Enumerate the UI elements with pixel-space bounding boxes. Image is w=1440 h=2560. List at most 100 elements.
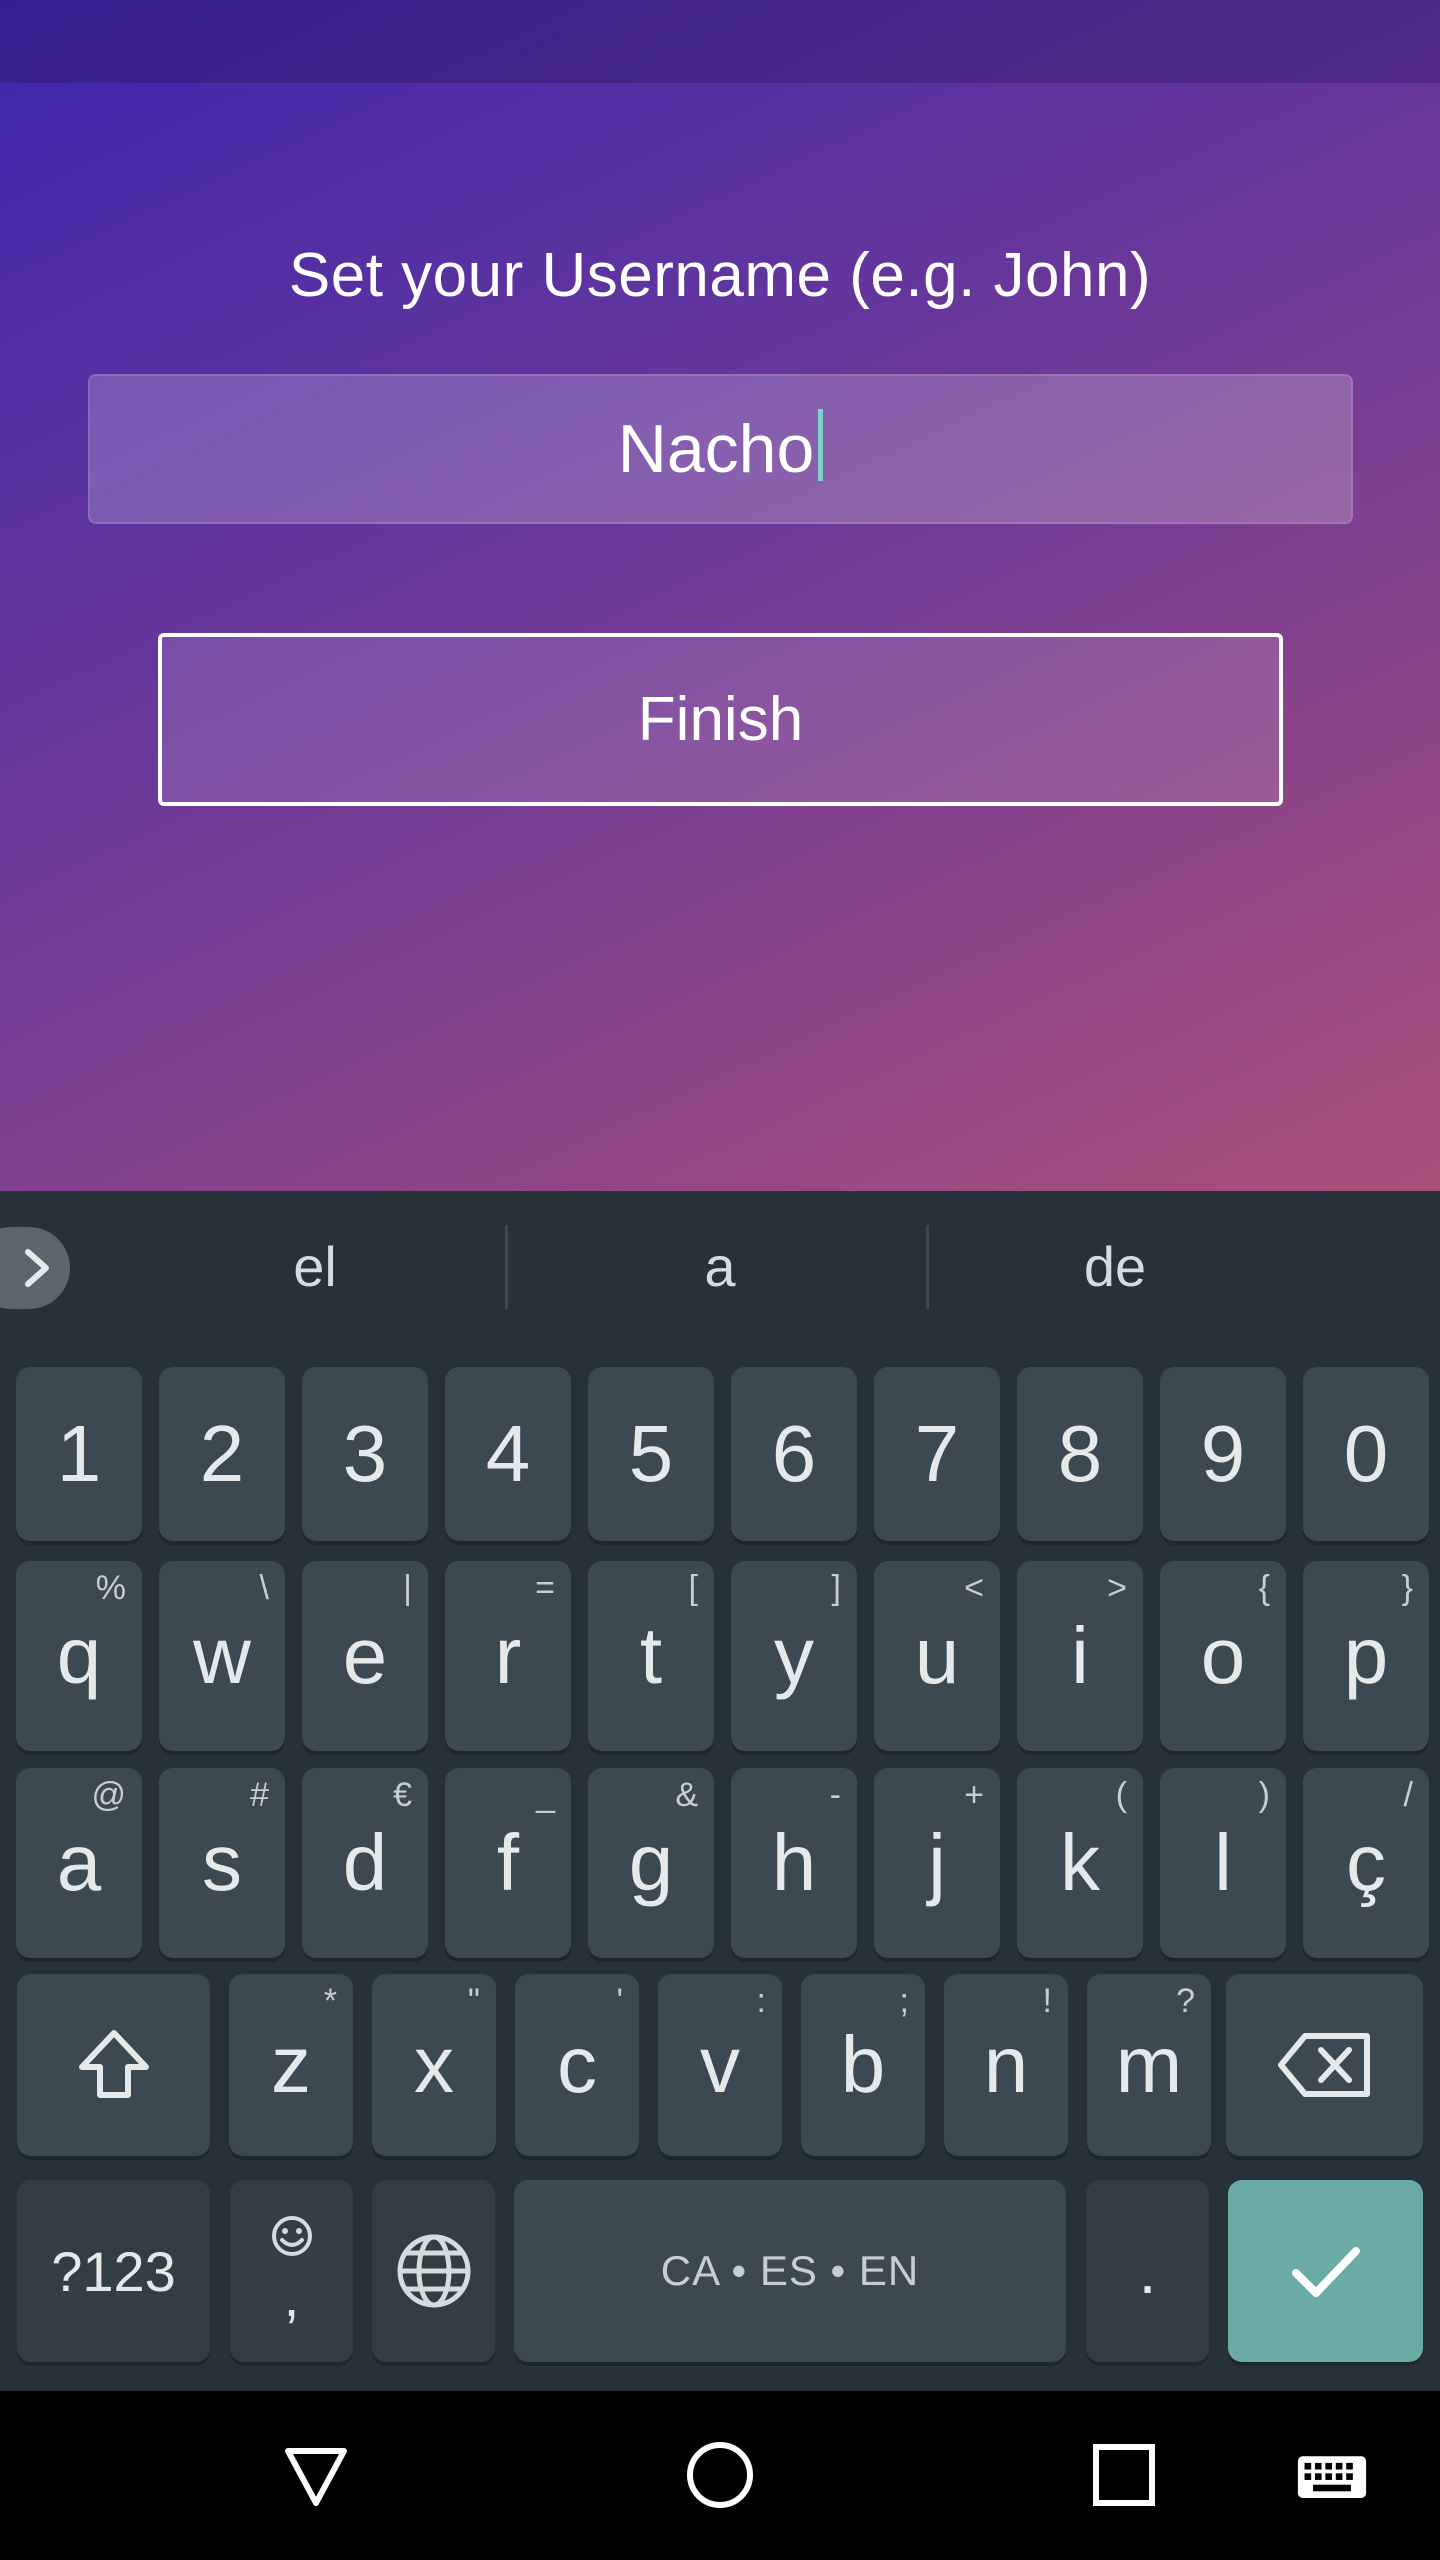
key-z[interactable]: z * [229,1974,353,2156]
key-g-label: g [628,1818,674,1907]
period-key[interactable]: . [1086,2180,1209,2362]
symbols-key[interactable]: ?123 [17,2180,210,2362]
key-1[interactable]: 1 [16,1367,142,1541]
key-9[interactable]: 9 [1160,1367,1286,1541]
key-m[interactable]: m? [1087,1974,1211,2156]
key-2-label: 2 [199,1409,245,1498]
key-5[interactable]: 5 [588,1367,714,1541]
key-j[interactable]: j + [874,1768,1000,1958]
key-0-label: 0 [1343,1409,1389,1498]
key-e[interactable]: e | [302,1561,428,1751]
home-circle-icon[interactable] [684,2439,756,2511]
key-n-label: n [983,2020,1029,2109]
key-ç-hint: / [1403,1776,1413,1814]
key-u-hint: < [964,1569,984,1607]
chevron-right-icon [25,1249,49,1287]
key-p-hint: } [1401,1569,1413,1607]
key-h[interactable]: h- [731,1768,857,1958]
emoji-icon [271,2215,312,2256]
key-m-label: m [1115,2020,1183,2109]
key-e-label: e [342,1611,388,1700]
key-4-label: 4 [485,1409,531,1498]
key-q-hint: % [95,1569,126,1607]
key-b-label: b [840,2020,886,2109]
shift-key[interactable] [17,1974,210,2156]
key-t-hint: [ [688,1569,698,1607]
key-n[interactable]: n! [944,1974,1068,2156]
key-i-label: i [1071,1611,1089,1700]
key-0[interactable]: 0 [1303,1367,1429,1541]
back-triangle-icon[interactable] [280,2439,352,2511]
key-6[interactable]: 6 [731,1367,857,1541]
language-key[interactable] [372,2180,495,2362]
finish-button[interactable]: Finish [158,633,1283,806]
key-d[interactable]: d € [302,1768,428,1958]
key-w-label: w [193,1611,251,1700]
key-l[interactable]: l) [1160,1768,1286,1958]
key-f[interactable]: f _ [445,1768,571,1958]
key-b[interactable]: b; [801,1974,925,2156]
key-y[interactable]: y] [731,1561,857,1751]
globe-icon [397,2234,470,2308]
key-c-hint: ' [616,1982,624,2020]
suggestion-divider [505,1225,508,1309]
recents-square-icon[interactable] [1088,2439,1160,2511]
key-r-label: r [494,1611,522,1700]
key-m-hint: ? [1176,1982,1195,2020]
key-r-hint: = [535,1569,555,1607]
key-z-label: z [271,2020,311,2109]
key-2[interactable]: 2 [159,1367,285,1541]
key-ç-label: ç [1346,1818,1386,1907]
key-g[interactable]: g & [588,1768,714,1958]
key-g-hint: & [675,1776,698,1814]
key-q[interactable]: q% [16,1561,142,1751]
comma-key[interactable]: , [230,2180,353,2362]
key-h-hint: - [829,1776,841,1814]
key-x[interactable]: x " [372,1974,496,2156]
key-i-hint: > [1107,1569,1127,1607]
key-7[interactable]: 7 [874,1367,1000,1541]
key-3-label: 3 [342,1409,388,1498]
page-title: Set your Username (e.g. John) [288,241,1152,310]
key-w[interactable]: w \ [159,1561,285,1751]
backspace-icon [1277,2033,1370,2097]
suggestion-2[interactable]: a [510,1191,930,1341]
soft-keyboard: el a de ?123 , CA • ES • EN . 1 2 3 4 5 … [0,1191,1440,2391]
space-key[interactable]: CA • ES • EN [514,2180,1066,2362]
key-i[interactable]: i > [1017,1561,1143,1751]
key-z-hint: * [323,1982,337,2020]
suggestion-3[interactable]: de [930,1191,1300,1341]
key-y-hint: ] [831,1569,841,1607]
key-s[interactable]: s # [159,1768,285,1958]
suggestion-toggle-button[interactable] [0,1227,70,1309]
key-x-hint: " [467,1982,480,2020]
checkmark-icon [1291,2247,1360,2297]
backspace-key[interactable] [1226,1974,1423,2156]
key-ç[interactable]: ç / [1303,1768,1429,1958]
text-caret [818,409,824,481]
enter-key[interactable] [1228,2180,1423,2362]
key-8-label: 8 [1057,1409,1103,1498]
key-u[interactable]: u < [874,1561,1000,1751]
key-3[interactable]: 3 [302,1367,428,1541]
key-r[interactable]: r = [445,1561,571,1751]
key-o[interactable]: o{ [1160,1561,1286,1751]
key-l-hint: ) [1258,1776,1270,1814]
keyboard-icon[interactable] [1296,2443,1368,2515]
key-t[interactable]: t[ [588,1561,714,1751]
key-d-hint: € [393,1776,412,1814]
key-p[interactable]: p} [1303,1561,1429,1751]
suggestion-1[interactable]: el [95,1191,535,1341]
key-y-label: y [774,1611,814,1700]
key-a[interactable]: a @ [16,1768,142,1958]
key-k[interactable]: k( [1017,1768,1143,1958]
key-t-label: t [639,1611,663,1700]
key-8[interactable]: 8 [1017,1367,1143,1541]
key-4[interactable]: 4 [445,1367,571,1541]
key-v[interactable]: v: [658,1974,782,2156]
key-j-hint: + [964,1776,984,1814]
key-n-hint: ! [1042,1982,1052,2020]
key-c[interactable]: c ' [515,1974,639,2156]
key-d-label: d [342,1818,388,1907]
username-input[interactable]: Nacho [88,374,1353,524]
